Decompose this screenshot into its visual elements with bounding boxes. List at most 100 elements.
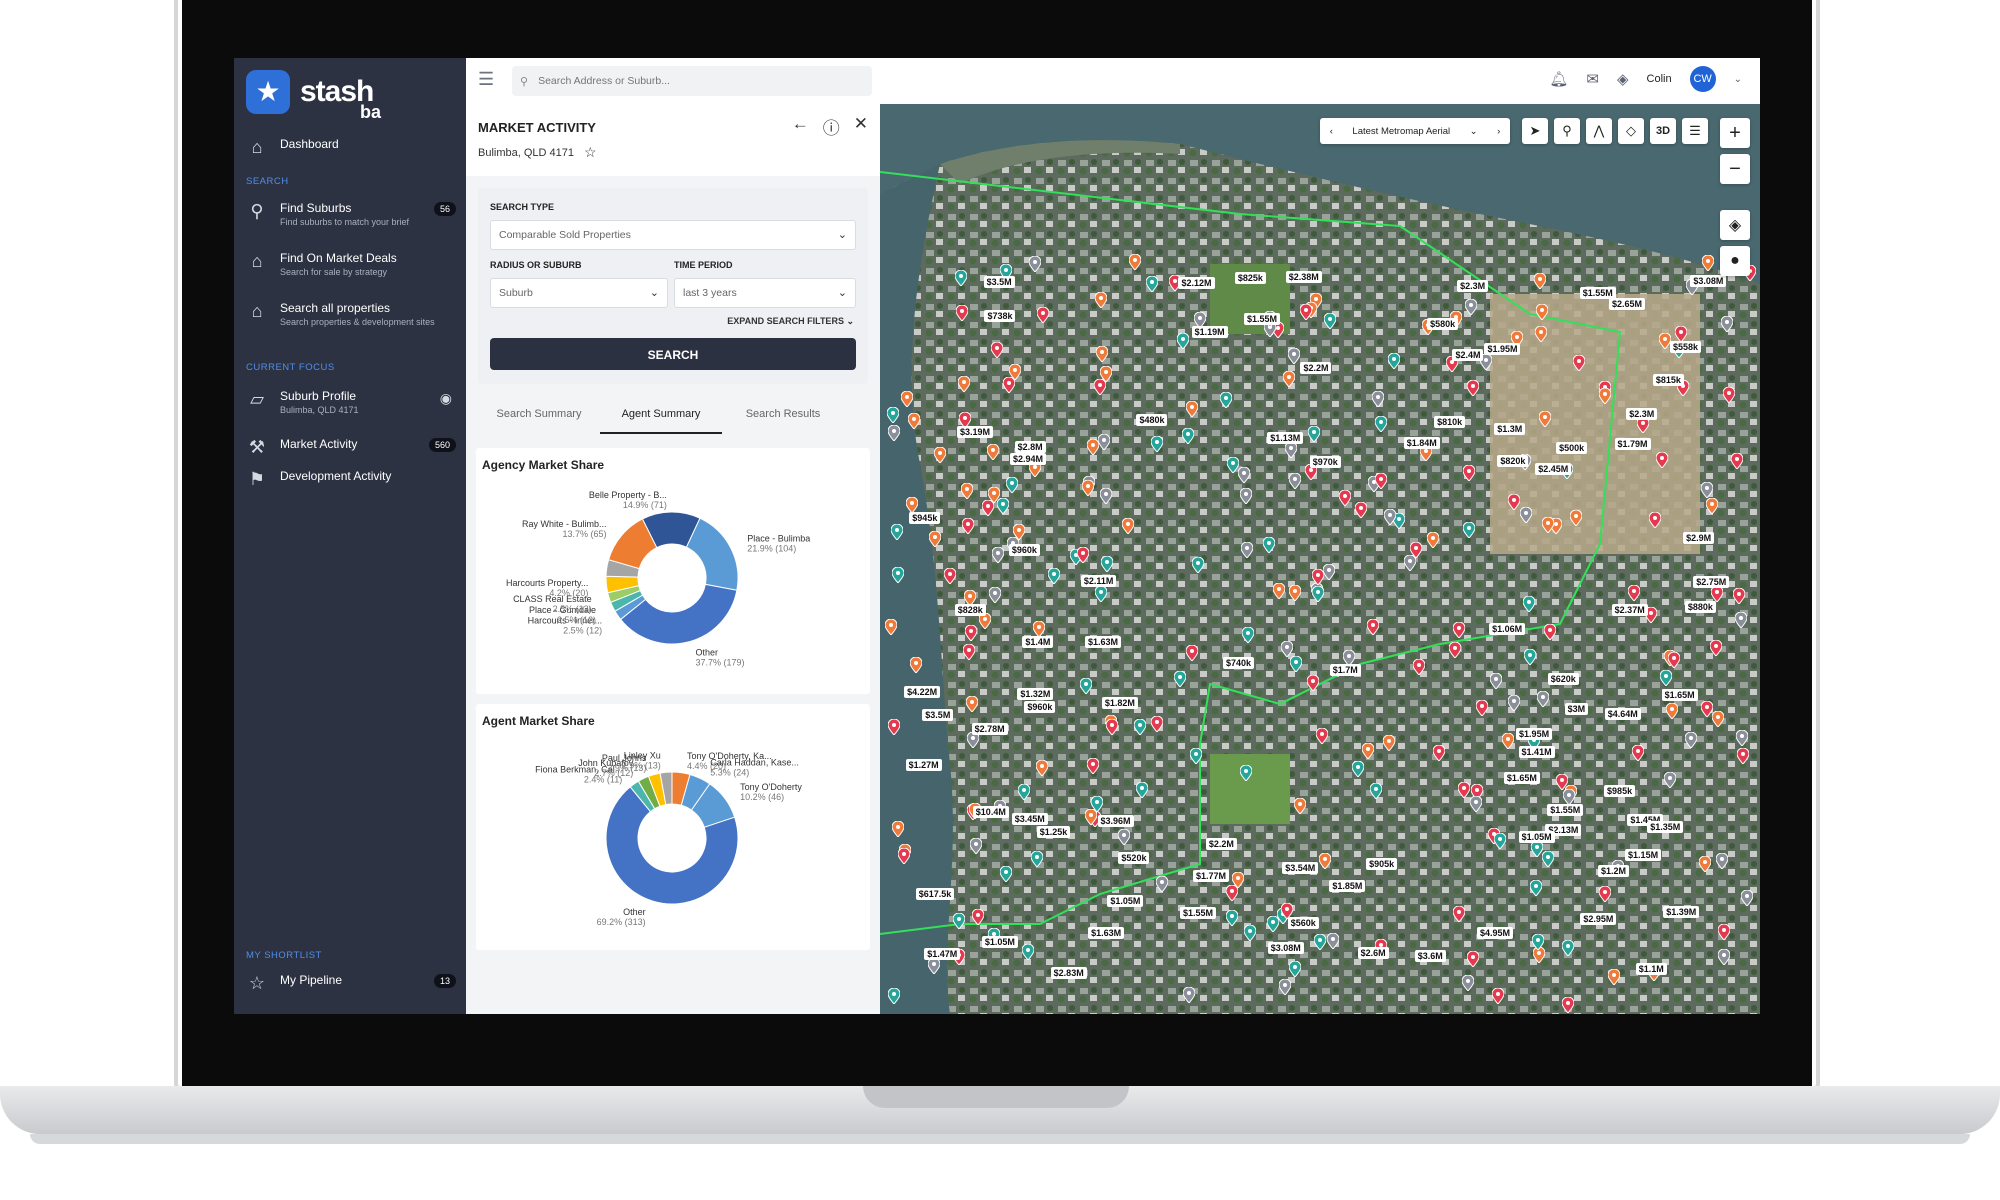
map-pin-icon[interactable]	[1464, 298, 1478, 316]
map-pin-icon[interactable]	[1462, 521, 1476, 539]
price-label[interactable]: $560k	[1287, 917, 1319, 930]
map-pin-icon[interactable]	[1288, 960, 1302, 978]
map-pin-icon[interactable]	[1501, 732, 1515, 751]
map-pin-icon[interactable]	[1466, 379, 1480, 398]
map-pin-icon[interactable]	[1700, 700, 1714, 718]
price-label[interactable]: $1.05M	[1107, 894, 1144, 907]
chevron-right-icon[interactable]: ›	[1497, 126, 1500, 137]
price-label[interactable]: $1.63M	[1084, 635, 1121, 648]
map-pin-icon[interactable]	[1351, 760, 1365, 779]
map-pin-icon[interactable]	[1311, 585, 1325, 604]
price-label[interactable]: $2.2M	[1205, 838, 1237, 851]
price-label[interactable]: $1.65M	[1661, 688, 1698, 701]
map-pin-icon[interactable]	[954, 269, 968, 287]
map-pin-icon[interactable]	[1648, 511, 1662, 530]
price-label[interactable]: $1.79M	[1614, 438, 1651, 451]
map-pin-icon[interactable]	[1555, 773, 1569, 791]
price-label[interactable]: $520k	[1118, 851, 1150, 864]
map-pin-icon[interactable]	[1035, 759, 1049, 777]
price-label[interactable]: $1.63M	[1088, 926, 1125, 939]
map-pin-icon[interactable]	[943, 567, 957, 586]
map-pin-icon[interactable]	[986, 443, 1000, 461]
price-label[interactable]: $1.32M	[1017, 688, 1054, 701]
map-pin-icon[interactable]	[1128, 253, 1142, 271]
map-pin-icon[interactable]	[999, 865, 1013, 884]
map-pin-icon[interactable]	[1519, 506, 1533, 525]
map-pin-icon[interactable]	[1116, 828, 1131, 846]
map-pin-icon[interactable]	[1452, 905, 1466, 923]
price-label[interactable]: $1.82M	[1101, 696, 1138, 709]
map-layer-select[interactable]: ‹ Latest Metromap Aerial ⌄ ›	[1320, 118, 1510, 144]
map-pin-icon[interactable]	[1176, 332, 1190, 350]
map-pin-icon[interactable]	[1705, 497, 1719, 515]
map-pin-icon[interactable]	[1225, 909, 1239, 927]
map-pin-icon[interactable]	[1288, 472, 1302, 490]
map-pin-icon[interactable]	[1150, 715, 1164, 733]
map-pin-icon[interactable]	[960, 482, 974, 500]
map-pin-icon[interactable]	[988, 586, 1002, 604]
price-label[interactable]: $1.65M	[1503, 772, 1540, 785]
target-icon[interactable]: ◉	[440, 390, 452, 407]
back-arrow-icon[interactable]: ←	[792, 114, 809, 139]
price-label[interactable]: $1.95M	[1484, 343, 1521, 356]
map-pin-icon[interactable]	[1090, 795, 1104, 813]
map-pin-icon[interactable]	[1710, 585, 1724, 603]
map-pin-icon[interactable]	[1627, 584, 1641, 602]
map-pin-icon[interactable]	[1698, 855, 1712, 873]
time-period-select[interactable]: last 3 years ⌄	[674, 278, 856, 308]
map-pin-icon[interactable]	[1489, 672, 1503, 690]
sidebar-item-find-on-market-deals[interactable]: ⌂ Find On Market Deals Search for sale b…	[234, 250, 466, 279]
price-label[interactable]: $617.5k	[915, 888, 955, 901]
search-type-select[interactable]: Comparable Sold Properties ⌄	[490, 220, 856, 250]
select-icon[interactable]: ➤	[1522, 118, 1548, 144]
chevron-down-icon[interactable]: ⌄	[1734, 74, 1742, 85]
map-pin-icon[interactable]	[1081, 479, 1095, 497]
map-pin-icon[interactable]	[897, 847, 911, 865]
price-label[interactable]: $1.06M	[1489, 623, 1526, 636]
map-pin-icon[interactable]	[987, 486, 1001, 504]
map-pin-icon[interactable]	[1507, 493, 1521, 511]
map-pin-icon[interactable]	[887, 718, 901, 736]
map-pin-icon[interactable]	[1409, 541, 1423, 559]
map-pin-icon[interactable]	[1426, 531, 1440, 549]
price-label[interactable]: $2.37M	[1611, 603, 1648, 616]
price-label[interactable]: $1.55M	[1547, 803, 1584, 816]
price-label[interactable]: $1.55M	[1579, 286, 1616, 299]
price-label[interactable]: $1.35M	[1647, 821, 1684, 834]
price-label[interactable]: $2.83M	[1050, 967, 1087, 980]
map-pin-icon[interactable]	[1740, 889, 1754, 908]
cluster-icon[interactable]: ●	[1720, 246, 1750, 276]
zoom-in-button[interactable]: +	[1720, 118, 1750, 148]
map-pin-icon[interactable]	[1008, 363, 1022, 382]
map-pin-icon[interactable]	[1736, 747, 1750, 765]
map-pin-icon[interactable]	[928, 530, 942, 548]
price-label[interactable]: $960k	[1008, 543, 1040, 556]
map-pin-icon[interactable]	[1631, 744, 1645, 762]
map-pin-icon[interactable]	[1099, 487, 1113, 505]
map-pin-icon[interactable]	[991, 546, 1005, 564]
map-pin-icon[interactable]	[1240, 541, 1254, 559]
price-label[interactable]: $828k	[954, 603, 986, 616]
map-pin-icon[interactable]	[1282, 370, 1296, 389]
map-pin-icon[interactable]	[1278, 978, 1292, 997]
map-pin-icon[interactable]	[1572, 354, 1586, 372]
map-pin-icon[interactable]	[933, 446, 947, 464]
map-pin-icon[interactable]	[1466, 950, 1480, 968]
map-pin-icon[interactable]	[1667, 651, 1681, 670]
sidebar-item-development-activity[interactable]: ⚑ Development Activity	[234, 468, 466, 490]
map-pin-icon[interactable]	[887, 424, 901, 442]
price-label[interactable]: $945k	[909, 512, 941, 525]
sidebar-item-market-activity[interactable]: ⚒ Market Activity 560	[234, 436, 466, 458]
map-pin-icon[interactable]	[1076, 546, 1090, 564]
map-pin-icon[interactable]	[1701, 254, 1715, 273]
price-label[interactable]: $2.8M	[1014, 441, 1046, 454]
sidebar-item-dashboard[interactable]: ⌂ Dashboard	[234, 136, 466, 158]
map-pin-icon[interactable]	[1561, 939, 1575, 957]
price-label[interactable]: $2.75M	[1693, 575, 1730, 588]
map-pin-icon[interactable]	[1237, 466, 1251, 485]
map-pin-icon[interactable]	[1028, 255, 1042, 273]
map-pin-icon[interactable]	[1543, 623, 1557, 641]
price-label[interactable]: $2.3M	[1457, 279, 1489, 292]
polygon-icon[interactable]: ◇	[1618, 118, 1644, 144]
map-pin-icon[interactable]	[1326, 932, 1340, 950]
